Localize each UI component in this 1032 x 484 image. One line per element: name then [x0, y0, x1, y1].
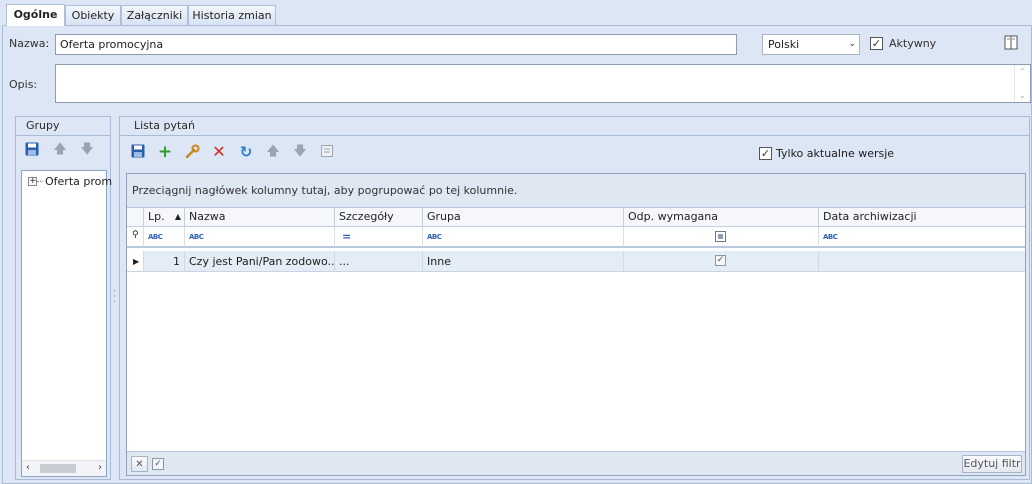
- book-icon[interactable]: [1004, 35, 1018, 50]
- required-checkbox[interactable]: ✓: [715, 255, 726, 266]
- current-row-icon: ▶: [133, 257, 140, 266]
- cell-lp[interactable]: 1: [144, 251, 185, 272]
- cell-grupa[interactable]: Inne: [423, 251, 624, 272]
- text-filter-icon: ABC: [189, 233, 204, 241]
- scroll-right-icon[interactable]: ›: [98, 462, 102, 473]
- tree-item-offer[interactable]: Oferta prom: [45, 175, 112, 188]
- save-icon[interactable]: [130, 144, 146, 160]
- questions-title: Lista pytań: [134, 119, 195, 132]
- filter-checkbox[interactable]: [715, 231, 726, 242]
- language-value: Polski: [768, 38, 800, 51]
- description-scrollbar[interactable]: ⌃ ⌄: [1014, 65, 1030, 102]
- text-filter-icon: ABC: [427, 233, 442, 241]
- edit-filter-button[interactable]: Edytuj filtr: [962, 455, 1022, 473]
- filter-data[interactable]: ABC: [819, 227, 1025, 248]
- group-by-panel[interactable]: Przeciągnij nagłówek kolumny tutaj, aby …: [127, 174, 1025, 208]
- column-header-lp[interactable]: Lp. ▲: [144, 208, 185, 227]
- description-label: Opis:: [9, 78, 38, 91]
- groups-tree: + Oferta prom ‹ ›: [21, 170, 112, 477]
- chevron-down-icon: ⌄: [848, 39, 856, 49]
- tab-general[interactable]: Ogólne: [6, 4, 65, 26]
- groups-title: Grupy: [26, 119, 60, 132]
- move-down-icon[interactable]: 🡇: [79, 142, 95, 158]
- filter-grupa[interactable]: ABC: [423, 227, 624, 248]
- questions-grid: Przeciągnij nagłówek kolumny tutaj, aby …: [126, 173, 1026, 476]
- splitter-handle[interactable]: · · ·: [113, 288, 117, 307]
- cell-data[interactable]: [819, 251, 1025, 272]
- equals-filter-icon: =: [342, 230, 352, 243]
- clear-filter-icon[interactable]: ✕: [131, 456, 148, 472]
- name-input[interactable]: Oferta promocyjna: [55, 34, 737, 55]
- active-label: Aktywny: [889, 37, 937, 50]
- column-header-data[interactable]: Data archiwizacji: [819, 208, 1025, 227]
- wrench-icon[interactable]: [184, 144, 200, 160]
- scroll-down-icon[interactable]: ⌄: [1019, 91, 1026, 100]
- column-header-nazwa[interactable]: Nazwa: [185, 208, 335, 227]
- column-header-wymagana[interactable]: Odp. wymagana: [624, 208, 819, 227]
- filter-wymagana[interactable]: [624, 227, 819, 248]
- filter-row-indicator: ⚲: [127, 227, 144, 248]
- filter-enabled-checkbox[interactable]: ✓: [152, 458, 164, 470]
- tab-attachments[interactable]: Załączniki: [121, 5, 188, 26]
- language-select[interactable]: Polski ⌄: [762, 34, 860, 55]
- tab-history[interactable]: Historia zmian: [188, 5, 276, 26]
- header-indicator: [127, 208, 144, 227]
- text-filter-icon: ABC: [823, 233, 838, 241]
- groups-panel: Grupy 🡅 🡇 + Oferta prom ‹ ›: [15, 116, 112, 480]
- active-checkbox[interactable]: ✓: [870, 37, 883, 50]
- filter-szczegoly[interactable]: =: [335, 227, 423, 248]
- refresh-icon[interactable]: ↻: [238, 144, 254, 160]
- pin-icon: ⚲: [132, 230, 139, 240]
- text-filter-icon: ABC: [148, 233, 163, 241]
- row-indicator[interactable]: ▶: [127, 251, 144, 272]
- scroll-thumb[interactable]: [40, 464, 76, 473]
- move-up-icon[interactable]: 🡅: [52, 142, 68, 158]
- move-up-icon[interactable]: 🡅: [265, 144, 281, 160]
- name-label: Nazwa:: [9, 37, 50, 50]
- cell-wymagana[interactable]: ✓: [624, 251, 819, 272]
- tab-objects[interactable]: Obiekty: [65, 5, 121, 26]
- filter-nazwa[interactable]: ABC: [185, 227, 335, 248]
- filter-lp[interactable]: ABC: [144, 227, 185, 248]
- groups-hscrollbar[interactable]: ‹ ›: [22, 460, 106, 476]
- questions-panel: Lista pytań + ✕ ↻ 🡅 🡇 ✓ Tylko aktualne w…: [119, 116, 1030, 480]
- save-icon[interactable]: [24, 142, 40, 158]
- move-down-icon[interactable]: 🡇: [292, 144, 308, 160]
- column-header-grupa[interactable]: Grupa: [423, 208, 624, 227]
- scroll-left-icon[interactable]: ‹: [26, 462, 30, 473]
- only-current-checkbox[interactable]: ✓: [759, 147, 772, 160]
- add-icon[interactable]: +: [157, 144, 173, 161]
- grid-footer: ✕ ✓ Edytuj filtr: [127, 451, 1025, 475]
- only-current-label: Tylko aktualne wersje: [776, 147, 895, 160]
- expand-icon[interactable]: +: [28, 177, 37, 186]
- sort-ascending-icon: ▲: [174, 212, 181, 221]
- delete-icon[interactable]: ✕: [211, 144, 227, 160]
- cell-szczegoly[interactable]: ...: [335, 251, 423, 272]
- description-textarea[interactable]: ⌃ ⌄: [55, 64, 1031, 103]
- cell-nazwa[interactable]: Czy jest Pani/Pan zodowo...: [185, 251, 335, 272]
- archive-icon[interactable]: [319, 144, 335, 160]
- column-header-szczegoly[interactable]: Szczegóły: [335, 208, 423, 227]
- scroll-up-icon[interactable]: ⌃: [1019, 67, 1026, 76]
